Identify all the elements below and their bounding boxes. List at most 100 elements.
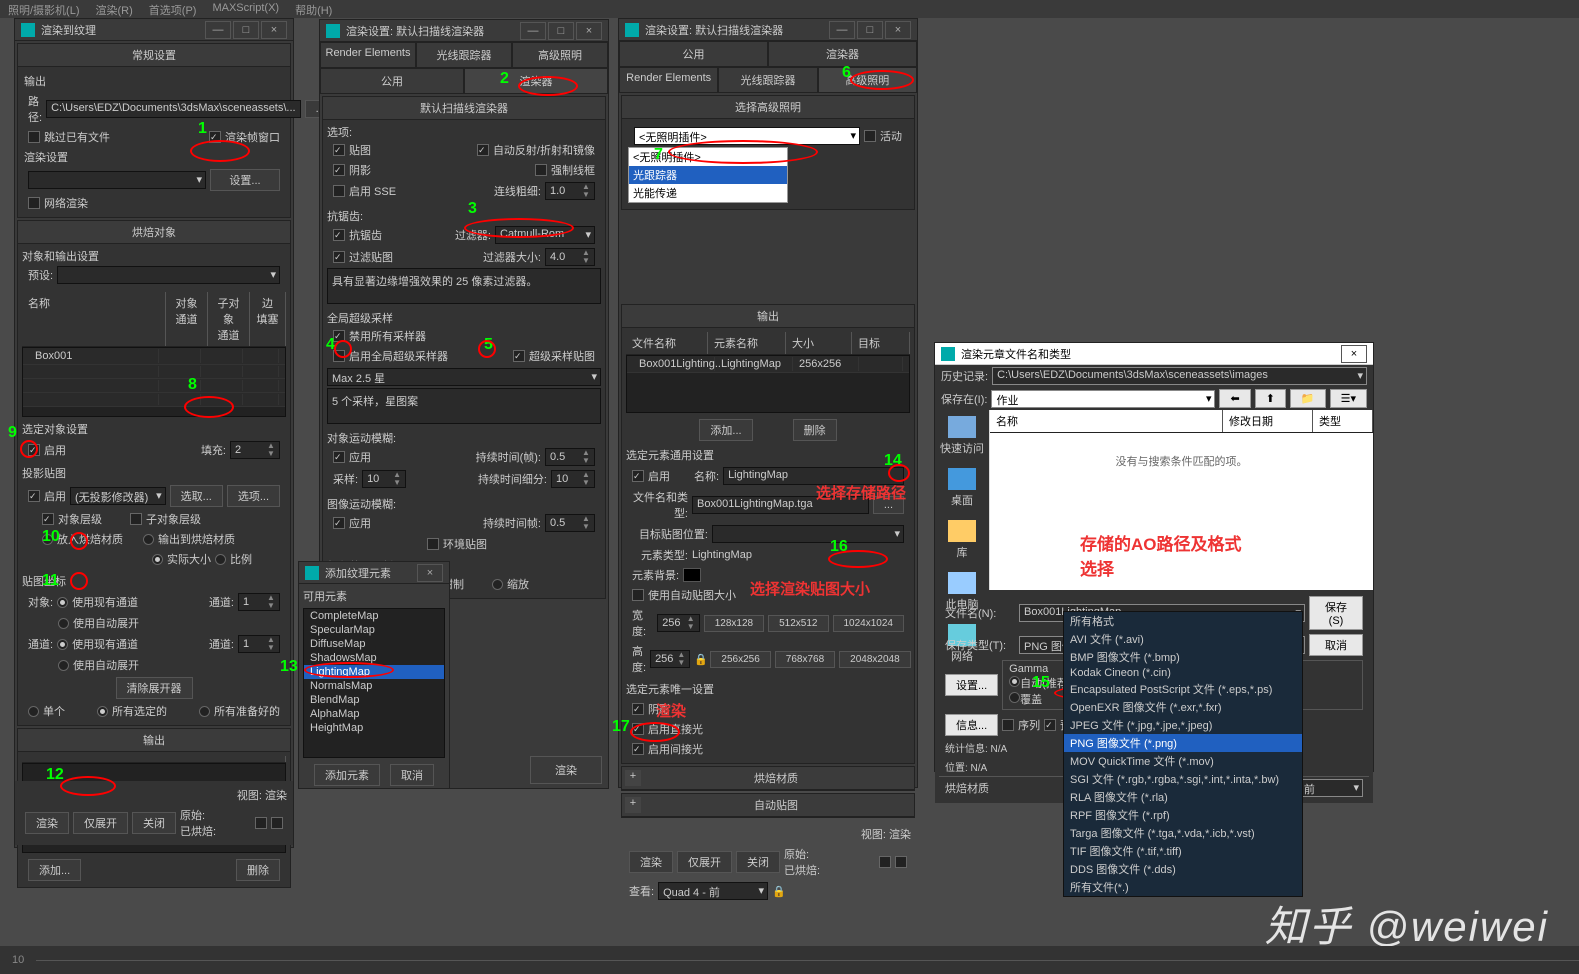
add-texture-elements-dialog: 添加纹理元素× 可用元素 CompleteMapSpecularMap Diff…	[298, 561, 450, 789]
ch-use-existing-radio[interactable]	[57, 639, 68, 650]
output-label: 输出	[22, 71, 286, 91]
app-icon	[21, 23, 35, 37]
opt-radiosity[interactable]: 光能传递	[629, 184, 787, 202]
scanline-header: 默认扫描线渲染器	[323, 97, 605, 120]
col-name[interactable]: 名称	[22, 292, 166, 346]
size-768[interactable]: 768x768	[775, 651, 835, 668]
up-button[interactable]: ⬆	[1255, 389, 1286, 408]
filter-dropdown[interactable]: Catmull-Rom	[495, 226, 595, 244]
pick-button[interactable]: 选取...	[170, 485, 223, 507]
close-button[interactable]: ×	[261, 21, 287, 39]
skip-files-checkbox[interactable]	[28, 131, 40, 143]
object-row[interactable]: Box001	[29, 349, 159, 363]
delete-output-button[interactable]: 删除	[236, 859, 280, 881]
render-setup-panel-2: 渲染设置: 默认扫描线渲染器 —□× 公用 渲染器 Render Element…	[618, 18, 918, 788]
opt-light-tracer[interactable]: 光跟踪器	[629, 166, 787, 184]
tab-renderer[interactable]: 渲染器	[768, 41, 917, 67]
preset-dropdown[interactable]	[57, 266, 280, 284]
lightingmap-option[interactable]: LightingMap	[304, 665, 444, 679]
proj-dropdown[interactable]: (无投影修改器)	[70, 487, 166, 505]
options-button[interactable]: 选项...	[227, 485, 280, 507]
folder-dropdown[interactable]: 作业	[991, 390, 1215, 408]
desktop-icon[interactable]	[948, 468, 976, 490]
tab-re[interactable]: Render Elements	[619, 67, 718, 93]
png-option[interactable]: PNG 图像文件 (*.png)	[1064, 734, 1302, 752]
close-panel-button[interactable]: 关闭	[132, 812, 176, 834]
obj-output-label: 对象和输出设置	[22, 248, 286, 264]
cancel-save-button[interactable]: 取消	[1309, 634, 1363, 656]
proj-map-label: 投影贴图	[22, 461, 286, 483]
lighting-plugin-dropdown[interactable]: <无照明插件>	[634, 127, 860, 145]
title: 渲染设置: 默认扫描线渲染器	[346, 23, 518, 39]
setup-file-button[interactable]: 设置...	[945, 674, 998, 696]
render-to-texture-panel: 渲染到纹理 —□× 常规设置 输出 路径: C:\Users\EDZ\Docum…	[14, 18, 294, 848]
back-button[interactable]: ⬅	[1219, 389, 1250, 408]
add-element-button[interactable]: 添加元素	[314, 764, 380, 786]
pc-icon[interactable]	[948, 572, 976, 594]
obj-use-existing-radio[interactable]	[57, 597, 68, 608]
size-256[interactable]: 256x256	[710, 651, 770, 668]
bg-color-swatch[interactable]	[683, 568, 701, 582]
min-button[interactable]: —	[205, 21, 231, 39]
render-frame-checkbox[interactable]	[209, 131, 221, 143]
tab-adv-lighting[interactable]: 高级照明	[818, 67, 917, 93]
history-dropdown[interactable]: C:\Users\EDZ\Documents\3dsMax\sceneasset…	[992, 367, 1367, 385]
path-input[interactable]: C:\Users\EDZ\Documents\3dsMax\sceneasset…	[46, 100, 301, 118]
output-elements-list[interactable]: Box001Lighting... LightingMap 256x256	[626, 355, 910, 413]
map-coord-label: 贴图坐标	[22, 569, 286, 591]
output-header: 输出	[18, 729, 290, 752]
enable-gss-checkbox[interactable]	[333, 350, 345, 362]
filetype-listbox[interactable]: 所有格式AVI 文件 (*.avi)BMP 图像文件 (*.bmp)Kodak …	[1063, 611, 1303, 897]
info-button[interactable]: 信息...	[945, 714, 998, 736]
clear-unwrap-button[interactable]: 清除展开器	[116, 677, 193, 699]
top-menubar[interactable]: 照明/摄影机(L)渲染(R)首选项(P)MAXScript(X)帮助(H)	[0, 0, 1579, 18]
size-128[interactable]: 128x128	[704, 615, 764, 632]
setup-button[interactable]: 设置...	[210, 169, 280, 191]
tab-renderer[interactable]: 渲染器	[464, 68, 608, 94]
tab-common[interactable]: 公用	[320, 68, 464, 94]
elements-listbox[interactable]: CompleteMapSpecularMap DiffuseMapShadows…	[303, 608, 445, 758]
library-icon[interactable]	[948, 520, 976, 542]
tab-common[interactable]: 公用	[619, 41, 768, 67]
tab-rt[interactable]: 光线跟踪器	[718, 67, 817, 93]
max-button[interactable]: □	[233, 21, 259, 39]
ss-maps-checkbox[interactable]	[513, 350, 525, 362]
proj-enable-checkbox[interactable]	[28, 490, 40, 502]
render-button-3[interactable]: 渲染	[629, 851, 673, 873]
render-preset-dropdown[interactable]	[28, 171, 206, 189]
obj-channel-spinner[interactable]: 1▲▼	[238, 593, 280, 611]
sel-obj-label: 选定对象设置	[22, 417, 286, 439]
save-button[interactable]: 保存(S)	[1309, 596, 1363, 630]
target-map-dropdown[interactable]	[712, 525, 904, 543]
enable-checkbox[interactable]	[28, 444, 40, 456]
cancel-button[interactable]: 取消	[390, 764, 434, 786]
tab-adv-lighting[interactable]: 高级照明	[512, 42, 608, 68]
add-output-button[interactable]: 添加...	[28, 859, 81, 881]
opt-none[interactable]: <无照明插件>	[629, 148, 787, 166]
newfolder-button[interactable]: 📁	[1290, 389, 1326, 408]
watermark: 知乎 @weiwei	[1265, 893, 1549, 954]
path-label: 路径:	[28, 93, 42, 125]
size-512[interactable]: 512x512	[768, 615, 828, 632]
tab-raytracer[interactable]: 光线跟踪器	[416, 42, 512, 68]
network-checkbox[interactable]	[28, 197, 40, 209]
render-settings-label: 渲染设置	[22, 147, 286, 167]
size-1024[interactable]: 1024x1024	[833, 615, 905, 632]
timeline[interactable]: 10	[0, 946, 1579, 974]
tab-render-elements[interactable]: Render Elements	[320, 42, 416, 68]
render-tabs-row1: Render Elements 光线跟踪器 高级照明	[320, 42, 608, 68]
add-elem-button[interactable]: 添加...	[699, 419, 752, 441]
places-sidebar[interactable]: 快速访问 桌面 库 此电脑 网络	[935, 410, 990, 590]
size-2048[interactable]: 2048x2048	[839, 651, 911, 668]
gss-dropdown[interactable]: Max 2.5 星	[327, 368, 601, 386]
objects-list[interactable]: Box001	[22, 347, 286, 417]
unwrap-button[interactable]: 仅展开	[73, 812, 128, 834]
quick-access-icon[interactable]	[948, 416, 976, 438]
views-button[interactable]: ☰▾	[1330, 389, 1367, 408]
disable-samplers-checkbox[interactable]	[333, 330, 345, 342]
render-button[interactable]: 渲染	[25, 812, 69, 834]
render-main-button[interactable]: 渲染	[530, 756, 602, 784]
padding-spinner[interactable]: 2▲▼	[230, 441, 280, 459]
title: 渲染到纹理	[41, 22, 203, 38]
del-elem-button[interactable]: 删除	[793, 419, 837, 441]
